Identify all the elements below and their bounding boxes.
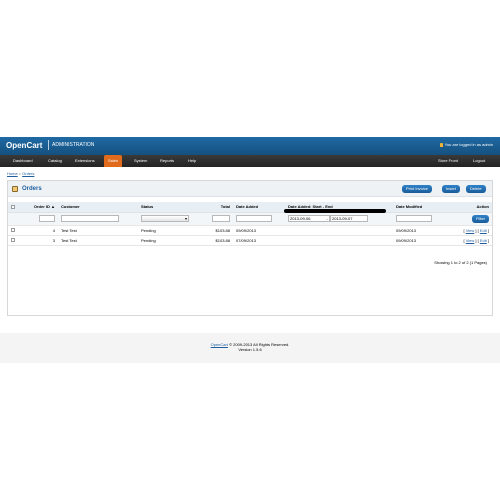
total-header[interactable]: Total [208,202,233,213]
orders-table: Order ID ▲ Customer Status Total Date Ad… [8,202,492,246]
row-status: Pending [138,235,208,246]
print-invoice-button[interactable]: Print Invoice [402,185,433,193]
chevron-down-icon: ▾ [184,216,187,221]
breadcrumb-orders[interactable]: Orders [22,171,34,176]
logged-in-status: You are logged in as admin [439,142,493,147]
nav-logout[interactable]: Logout [469,155,489,167]
row-date-added: 09/09/2013 [233,225,285,236]
row-date-range [285,235,393,246]
logged-in-text: You are logged in as admin [444,142,493,147]
footer-version: Version 1.5.6 [238,347,262,352]
customer-header[interactable]: Customer [58,202,138,213]
row-date-added: 07/09/2013 [233,235,285,246]
sort-arrow-icon: ▲ [51,204,55,210]
table-header-row: Order ID ▲ Customer Status Total Date Ad… [8,202,492,213]
filter-row: ▾ 2013-09-06-2013-09-07 Filter [8,212,492,226]
row-status: Pending [138,225,208,236]
nav-reports[interactable]: Reports [156,155,178,167]
admin-subtitle: ADMINISTRATION [52,142,95,148]
nav-system[interactable]: System [130,155,151,167]
insert-button[interactable]: Insert [442,185,461,193]
nav-dashboard[interactable]: Dashboard [9,155,37,167]
edit-link[interactable]: Edit [480,238,487,243]
date-modified-header[interactable]: Date Modified [393,202,455,213]
filter-total-input[interactable] [212,215,230,222]
row-customer: Test Test [58,225,138,236]
row-order-id: 3 [28,235,58,246]
orders-icon [12,186,18,192]
logo-divider [48,140,49,150]
date-added-header[interactable]: Date Added [233,202,285,213]
page: OpenCart ADMINISTRATION You are logged i… [0,0,500,500]
filter-date-modified-input[interactable] [396,215,432,222]
row-date-modified: 09/09/2013 [393,225,455,236]
page-title: Orders [22,186,42,192]
breadcrumb: Home :: Orders [7,171,34,176]
panel-heading: Orders Print Invoice Insert Delete [8,181,492,197]
arrow-icon: - [326,216,328,221]
orders-panel: Orders Print Invoice Insert Delete Order… [7,180,493,316]
row-customer: Test Test [58,235,138,246]
footer: OpenCart © 2009-2013 All Rights Reserved… [0,342,500,352]
edit-link[interactable]: Edit [480,228,487,233]
filter-start-date-input[interactable]: 2013-09-06- [288,215,330,222]
redaction-mark [284,209,386,213]
view-link[interactable]: View [466,238,475,243]
logo[interactable]: OpenCart [6,141,42,150]
footer-opencart-link[interactable]: OpenCart [211,342,228,347]
table-row: 3 Test Test Pending $103.88 07/09/2013 0… [8,235,492,246]
row-date-range [285,225,393,236]
row-total: $103.88 [208,235,233,246]
table-row: 4 Test Test Pending $103.88 09/09/2013 0… [8,225,492,236]
nav-catalog[interactable]: Catalog [44,155,66,167]
breadcrumb-home[interactable]: Home [7,171,18,176]
filter-status-select[interactable]: ▾ [141,215,189,222]
row-order-id: 4 [28,225,58,236]
filter-date-added-input[interactable] [236,215,272,222]
action-header: Action [455,202,492,213]
view-link[interactable]: View [466,228,475,233]
filter-button[interactable]: Filter [472,214,489,223]
row-total: $103.88 [208,225,233,236]
filter-customer-input[interactable] [61,215,119,222]
row-actions: [ View ] [ Edit ] [455,235,492,246]
filter-order-id-input[interactable] [39,215,55,222]
nav-sales[interactable]: Sales [104,155,123,167]
order-id-header[interactable]: Order ID ▲ [28,202,58,213]
nav-extensions[interactable]: Extensions [71,155,99,167]
lock-icon [439,143,443,147]
row-checkbox[interactable] [11,228,15,233]
nav-help[interactable]: Help [184,155,200,167]
delete-button[interactable]: Delete [466,185,486,193]
pagination-info: Showing 1 to 2 of 2 (1 Pages) [434,260,487,265]
nav-store-front[interactable]: Store Front [434,155,462,167]
row-actions: [ View ] [ Edit ] [455,225,492,236]
select-all-header [8,202,28,213]
filter-end-date-input[interactable]: 2013-09-07 [330,215,368,222]
select-all-checkbox[interactable] [11,205,15,210]
row-checkbox[interactable] [11,238,15,243]
row-date-modified: 09/09/2013 [393,235,455,246]
status-header[interactable]: Status [138,202,208,213]
